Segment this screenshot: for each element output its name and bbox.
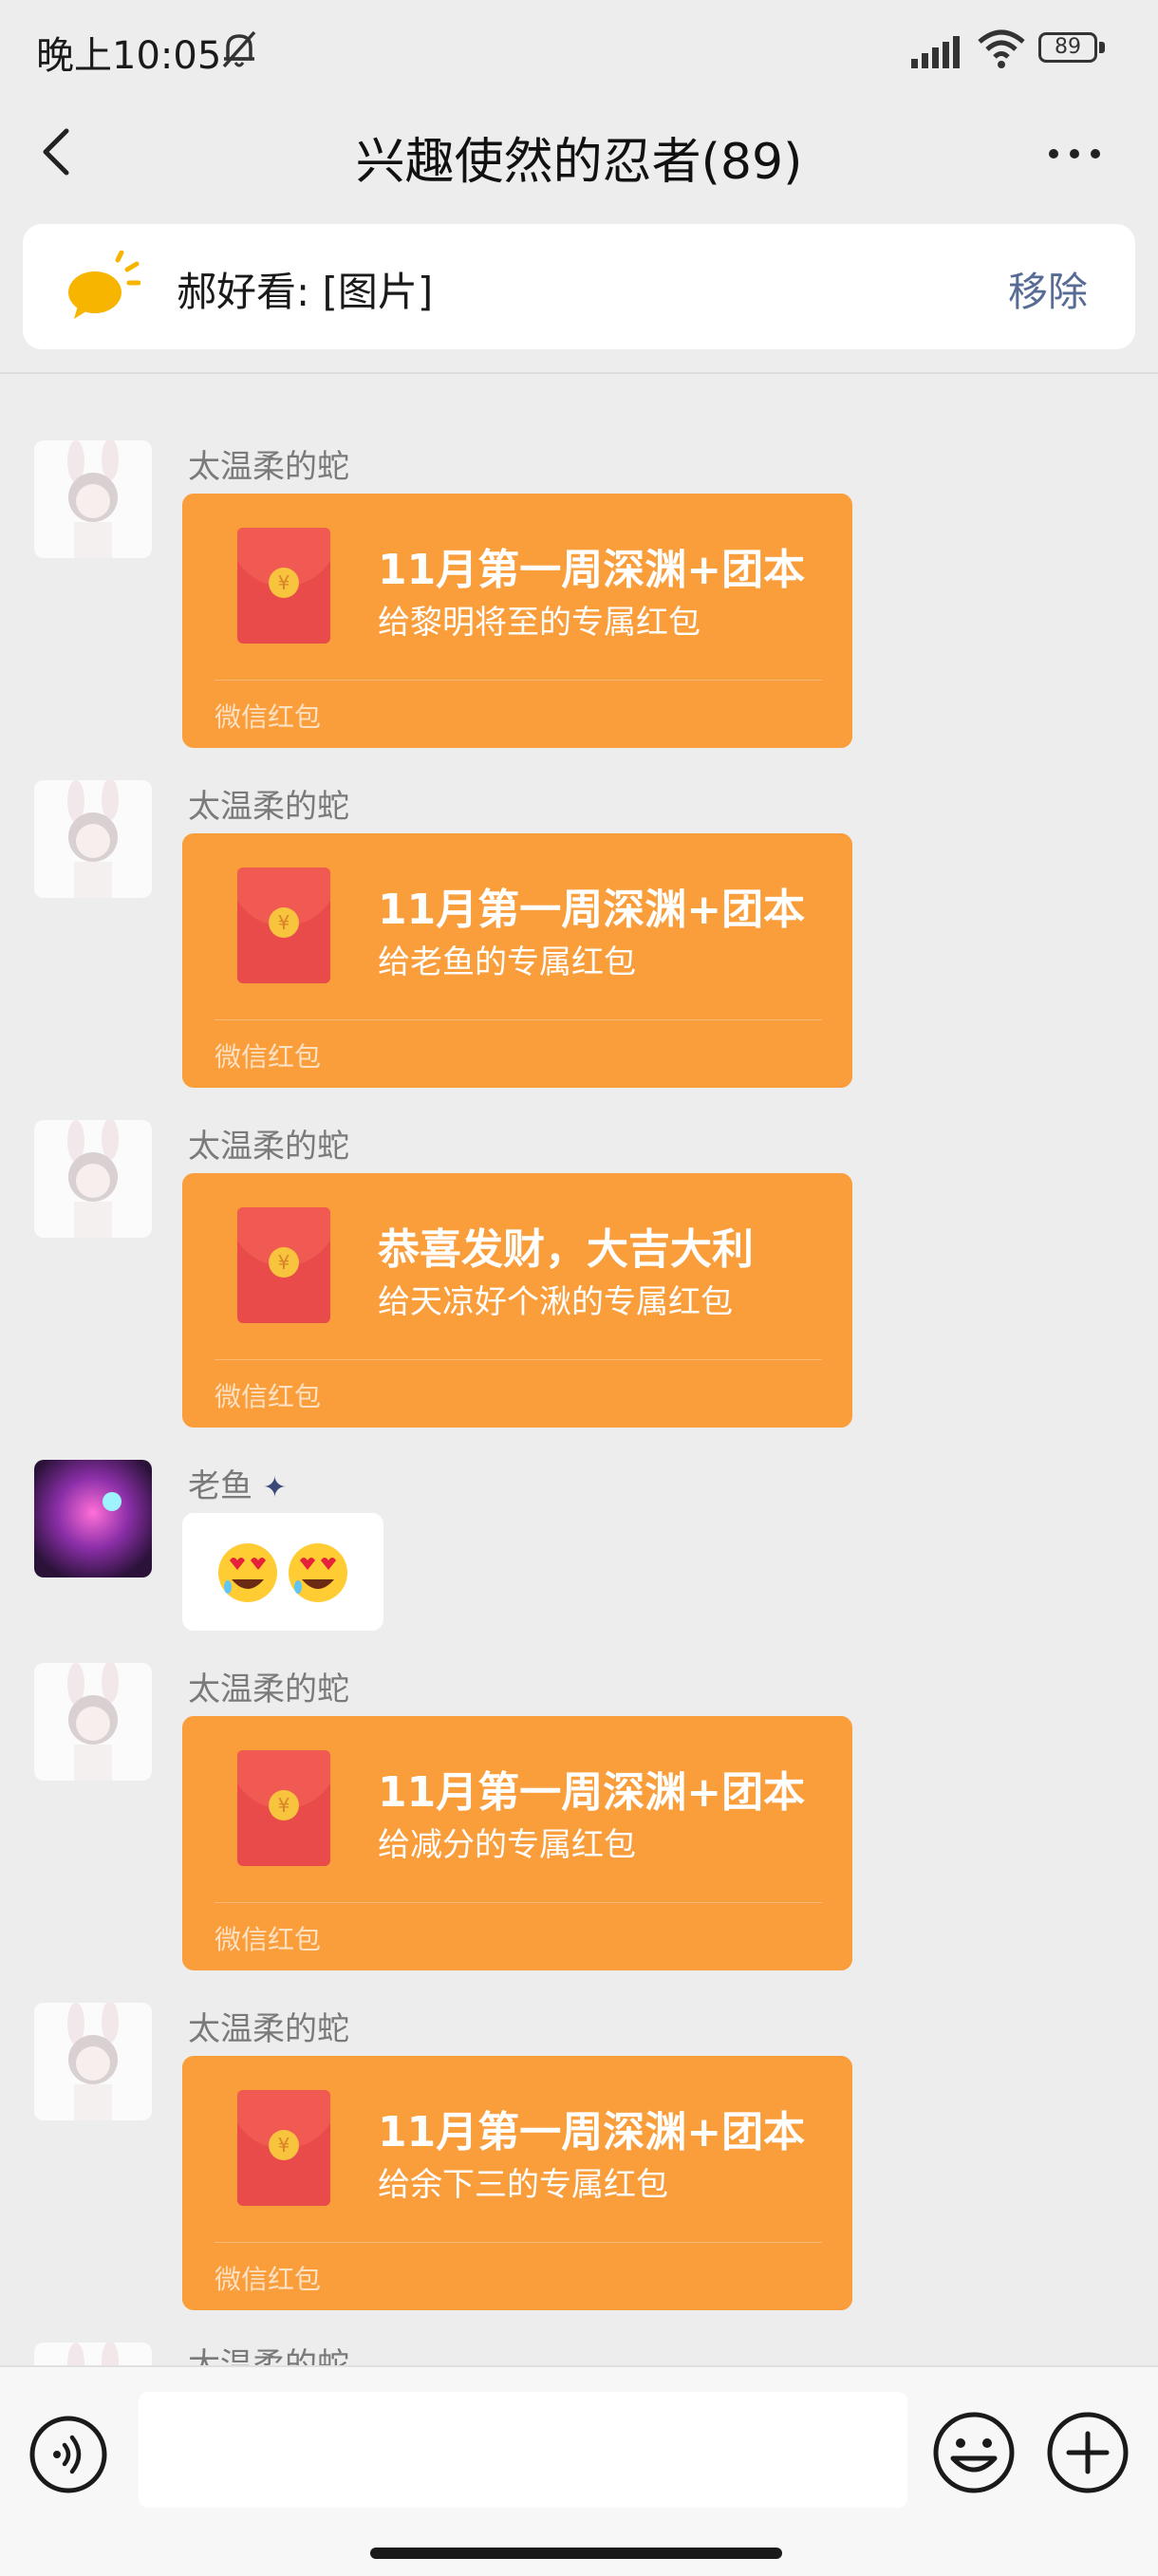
divider [215, 2242, 822, 2243]
avatar[interactable] [34, 1663, 152, 1781]
voice-input-icon[interactable] [28, 2415, 108, 2494]
red-packet-card[interactable]: ¥ 11月第一周深渊+团本 给减分的专属红包 微信红包 [182, 1716, 852, 1970]
red-packet-title: 11月第一周深渊+团本 [378, 1768, 806, 1817]
heart-eyes-emoji-icon [289, 1543, 347, 1602]
message-row: 老鱼 ✦ 😍😍 [0, 1460, 1158, 1650]
sender-name: 太温柔的蛇 [188, 2346, 349, 2365]
divider [215, 680, 822, 681]
red-packet-subtitle: 给天凉好个湫的专属红包 [378, 1283, 733, 1321]
avatar[interactable] [34, 440, 152, 558]
sender-name: 太温柔的蛇 [188, 1128, 349, 1166]
red-packet-card[interactable]: ¥ 恭喜发财，大吉大利 给天凉好个湫的专属红包 微信红包 [182, 1173, 852, 1428]
divider [215, 1019, 822, 1020]
pinned-text: 郝好看: [图片] [177, 269, 434, 315]
chat-title: 兴趣使然的忍者(89) [355, 134, 803, 191]
red-envelope-icon: ¥ [237, 2090, 330, 2206]
red-packet-card[interactable]: ¥ 11月第一周深渊+团本 给黎明将至的专属红包 微信红包 [182, 494, 852, 748]
message-row: 太温柔的蛇 ¥ 恭喜发财，大吉大利 给天凉好个湫的专属红包 微信红包 [0, 1120, 1158, 1433]
input-bar [0, 2365, 1158, 2576]
battery-level: 89 [1055, 35, 1081, 59]
divider [215, 1902, 822, 1903]
divider [0, 372, 1158, 374]
heart-eyes-emoji-icon [218, 1543, 277, 1602]
red-packet-label: 微信红包 [215, 701, 322, 733]
red-packet-label: 微信红包 [215, 1924, 322, 1955]
red-packet-title: 恭喜发财，大吉大利 [378, 1225, 754, 1274]
remove-pin-button[interactable]: 移除 [1008, 260, 1088, 318]
more-options-icon[interactable] [1044, 135, 1105, 173]
red-envelope-icon: ¥ [237, 1207, 330, 1323]
badge-icon: ✦ [262, 1471, 287, 1504]
avatar[interactable] [34, 780, 152, 898]
message-emoji: 😍😍 [182, 1513, 183, 1514]
emoji-picker-icon[interactable] [932, 2411, 1016, 2494]
pinned-message-banner[interactable]: 郝好看: [图片] 移除 [23, 224, 1135, 349]
message-row: 太温柔的蛇 ¥ 11月第一周深渊+团本 给减分的专属红包 微信红包 [0, 1663, 1158, 1976]
red-packet-subtitle: 给余下三的专属红包 [378, 2166, 668, 2204]
red-packet-title: 11月第一周深渊+团本 [378, 886, 806, 934]
red-packet-title: 11月第一周深渊+团本 [378, 2108, 806, 2156]
message-row: 太温柔的蛇 ¥ 11月第一周深渊+团本 给黎明将至的专属红包 微信红包 [0, 440, 1158, 754]
red-packet-subtitle: 给减分的专属红包 [378, 1826, 636, 1864]
red-packet-label: 微信红包 [215, 1381, 322, 1412]
more-functions-plus-icon[interactable] [1046, 2411, 1130, 2494]
announcement-icon [68, 251, 140, 319]
sender-name: 太温柔的蛇 [188, 788, 349, 826]
red-packet-label: 微信红包 [215, 2264, 322, 2295]
red-envelope-icon: ¥ [237, 1750, 330, 1866]
message-row: 太温柔的蛇 ¥ 11月第一周深渊+团本 给余下三的专属红包 微信红包 [0, 2003, 1158, 2316]
red-packet-card[interactable]: ¥ 11月第一周深渊+团本 给余下三的专属红包 微信红包 [182, 2056, 852, 2310]
divider [215, 1359, 822, 1360]
avatar[interactable] [34, 2343, 152, 2365]
avatar[interactable] [34, 1460, 152, 1577]
message-input[interactable] [139, 2392, 907, 2508]
avatar[interactable] [34, 1120, 152, 1238]
red-packet-subtitle: 给老鱼的专属红包 [378, 943, 636, 981]
status-time: 晚上10:05 [36, 34, 222, 78]
signal-icon [911, 36, 960, 68]
mute-bell-icon [222, 30, 256, 68]
sender-name: 老鱼 ✦ [188, 1467, 287, 1505]
red-packet-label: 微信红包 [215, 1041, 322, 1073]
message-bubble[interactable]: 😍😍 [182, 1513, 383, 1631]
sender-name: 太温柔的蛇 [188, 448, 349, 486]
red-packet-subtitle: 给黎明将至的专属红包 [378, 604, 700, 642]
nav-bar: 兴趣使然的忍者(89) [0, 95, 1158, 220]
red-envelope-icon: ¥ [237, 528, 330, 644]
wifi-icon [978, 29, 1025, 68]
status-bar: 晚上10:05 89 [0, 0, 1158, 95]
battery-indicator: 89 [1038, 32, 1105, 66]
sender-name: 太温柔的蛇 [188, 1671, 349, 1708]
message-row: 太温柔的蛇 ¥ 11月第一周深渊+团本 给老鱼的专属红包 微信红包 [0, 780, 1158, 1093]
red-packet-card[interactable]: ¥ 11月第一周深渊+团本 给老鱼的专属红包 微信红包 [182, 833, 852, 1088]
red-envelope-icon: ¥ [237, 868, 330, 983]
home-indicator[interactable] [370, 2548, 782, 2559]
sender-name: 太温柔的蛇 [188, 2010, 349, 2048]
message-row: 太温柔的蛇 [0, 2343, 1158, 2365]
avatar[interactable] [34, 2003, 152, 2120]
red-packet-title: 11月第一周深渊+团本 [378, 546, 806, 594]
